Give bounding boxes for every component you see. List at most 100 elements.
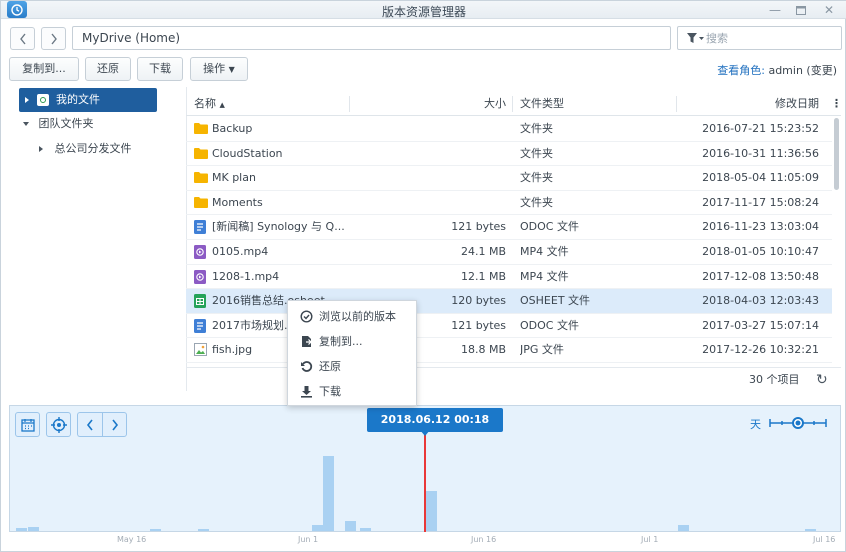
tooltip-pointer (420, 430, 430, 436)
file-size (366, 166, 506, 190)
time-cursor[interactable] (424, 434, 426, 532)
file-type: ODOC 文件 (520, 220, 579, 234)
table-row[interactable]: 2017市场规划.odoc 121 bytes ODOC 文件 2017-03-27 … (186, 314, 832, 339)
file-modified: 2016-11-23 13:03:04 (702, 220, 819, 234)
role-selector[interactable]: 查看角色: admin (变更) (717, 62, 837, 78)
menu-label: 下载 (319, 385, 341, 398)
axis-label: Jul 1 (641, 535, 659, 544)
restore-icon (301, 360, 313, 372)
column-modified[interactable]: 修改日期 (677, 92, 819, 116)
axis-label: Jul 16 (813, 535, 836, 544)
timeline-panel: 天 2018.06.12 00:18 (9, 405, 841, 532)
file-name: Backup (212, 122, 253, 135)
file-type: 文件夹 (520, 146, 553, 160)
file-name: CloudStation (212, 146, 283, 160)
file-modified: 2017-12-26 10:32:21 (702, 343, 819, 357)
maximize-icon[interactable] (791, 1, 811, 19)
folder-icon (194, 122, 208, 136)
list-header: 名称 ▲ 大小 文件类型 修改日期 ⋮ (186, 92, 842, 116)
file-name: MK plan (212, 171, 256, 185)
file-modified: 2017-11-17 15:08:24 (702, 195, 819, 209)
tree-label: 团队文件夹 (38, 117, 94, 130)
image-icon (194, 343, 207, 357)
window-title: 版本资源管理器 (381, 5, 466, 19)
table-row[interactable]: 2016销售总结.osheet 120 bytes OSHEET 文件 2018-04… (186, 289, 832, 314)
refresh-icon[interactable]: ↻ (816, 368, 828, 392)
file-size: 121 bytes (451, 220, 506, 234)
menu-label: 浏览以前的版本 (319, 310, 396, 323)
actions-button[interactable]: 操作 ▼ (190, 57, 248, 81)
zoom-slider[interactable] (768, 415, 830, 431)
table-row[interactable]: [新闻稿] Synology 与 Q... 121 bytes ODOC 文件 201… (186, 215, 832, 240)
table-row[interactable]: MK plan 文件夹 2018-05-04 11:05:09 (186, 166, 832, 191)
video-icon (194, 269, 207, 284)
tree-item-team-folders[interactable]: 团队文件夹 (23, 112, 94, 136)
histogram-bar (150, 529, 161, 531)
file-type: 文件夹 (520, 122, 553, 135)
file-size: 24.1 MB (460, 245, 506, 258)
minimize-icon[interactable]: — (765, 1, 785, 19)
menu-item-browse-versions[interactable]: 浏览以前的版本 (288, 304, 418, 328)
crosshair-icon (50, 416, 67, 433)
folder-tree: 我的文件 团队文件夹 总公司分发文件 (11, 87, 181, 392)
table-row[interactable]: 1208-1.mp4 12.1 MB MP4 文件 2017-12-08 13:50:… (186, 265, 832, 290)
close-icon[interactable]: ✕ (819, 1, 839, 19)
forward-button[interactable] (41, 27, 66, 50)
file-type: MP4 文件 (520, 245, 569, 258)
search-input[interactable]: 搜索 (677, 26, 842, 50)
path-field[interactable]: MyDrive (Home) (72, 26, 671, 50)
back-button[interactable] (10, 27, 35, 50)
version-history-icon (300, 309, 313, 323)
file-size: 12.1 MB (460, 269, 506, 283)
file-modified: 2018-01-05 10:10:47 (702, 245, 819, 258)
menu-item-download[interactable]: 下载 (288, 379, 418, 403)
file-modified: 2018-05-04 11:05:09 (702, 171, 819, 185)
file-size (366, 191, 506, 215)
menu-item-copy-to[interactable]: 复制到... (288, 329, 418, 353)
table-row[interactable]: CloudStation 文件夹 2016-10-31 11:36:56 (186, 142, 832, 167)
file-name: 0105.mp4 (212, 245, 269, 258)
tree-item-hq-distribution[interactable]: 总公司分发文件 (39, 137, 132, 161)
histogram-bar (323, 456, 334, 531)
column-divider[interactable] (512, 96, 513, 112)
table-row[interactable]: Moments 文件夹 2017-11-17 15:08:24 (186, 191, 832, 216)
collapse-arrow-icon[interactable] (23, 122, 29, 126)
menu-item-restore[interactable]: 还原 (288, 354, 418, 378)
file-name: Moments (212, 195, 263, 209)
tree-item-my-files[interactable]: 我的文件 (19, 88, 157, 112)
column-options-icon[interactable]: ⋮ (831, 92, 842, 116)
filter-icon[interactable] (686, 32, 704, 44)
dropdown-caret-icon: ▼ (228, 65, 235, 74)
column-type[interactable]: 文件类型 (520, 92, 564, 116)
role-label: 查看角色: (717, 64, 765, 77)
table-row[interactable]: 0105.mp4 24.1 MB MP4 文件 2018-01-05 10:10:47 (186, 240, 832, 265)
list-scrollbar[interactable] (834, 118, 839, 190)
table-row[interactable]: Backup 文件夹 2016-07-21 15:23:52 (186, 117, 832, 142)
role-value[interactable]: admin (变更) (768, 64, 837, 77)
calendar-button[interactable] (15, 412, 40, 437)
file-modified: 2016-07-21 15:23:52 (702, 122, 819, 135)
copy-icon (302, 335, 312, 347)
file-modified: 2018-04-03 12:03:43 (702, 294, 819, 308)
column-size[interactable]: 大小 (350, 92, 506, 116)
my-files-icon (36, 94, 49, 106)
locate-button[interactable] (46, 412, 71, 437)
histogram-bar (360, 528, 371, 531)
histogram-bar (16, 528, 27, 531)
file-name: 1208-1.mp4 (212, 269, 280, 283)
table-row[interactable]: fish.jpg 18.8 MB JPG 文件 2017-12-26 10:32:21 (186, 338, 832, 363)
timeline-next-button[interactable] (102, 412, 127, 437)
axis-label: May 16 (117, 535, 147, 544)
context-menu: 浏览以前的版本 复制到... 还原 下载 (287, 300, 417, 406)
folder-icon (194, 196, 208, 210)
column-name[interactable]: 名称 ▲ (194, 92, 225, 116)
download-button[interactable]: 下载 (137, 57, 183, 81)
chevron-left-icon (86, 419, 93, 430)
expand-arrow-icon[interactable] (25, 97, 29, 103)
copy-to-button[interactable]: 复制到... (9, 57, 79, 81)
restore-button[interactable]: 还原 (85, 57, 131, 81)
timeline-prev-button[interactable] (77, 412, 102, 437)
title-bar: 版本资源管理器 — ✕ (1, 1, 846, 19)
menu-label: 复制到... (319, 335, 363, 348)
expand-arrow-icon[interactable] (39, 146, 43, 152)
